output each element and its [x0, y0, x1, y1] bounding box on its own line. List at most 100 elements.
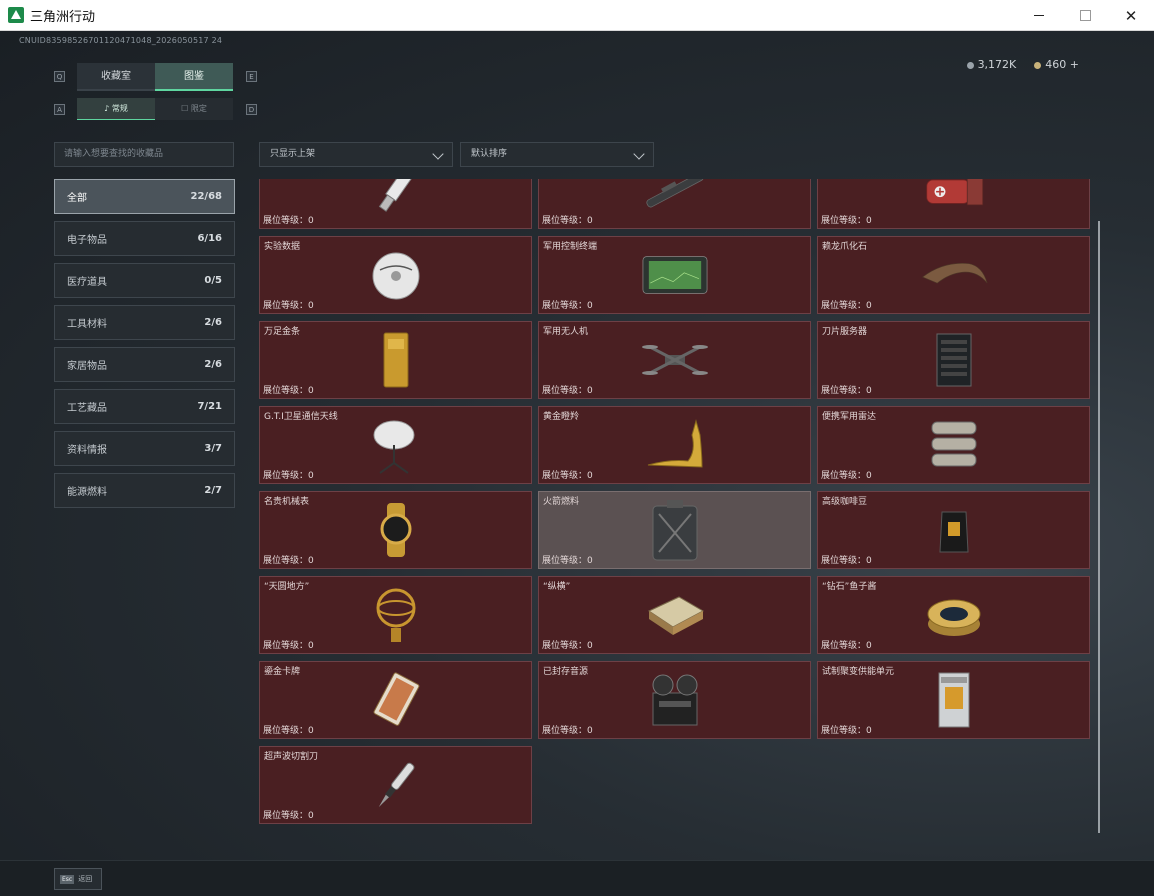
tab-limited-label: 限定	[190, 104, 207, 113]
booth-level-label: 展位等级：	[542, 726, 588, 736]
item-name: 赖龙爪化石	[822, 242, 868, 252]
booth-level: 展位等级：0	[542, 468, 593, 481]
collection-card[interactable]: 实验数据 展位等级：0	[259, 236, 532, 314]
collection-grid-viewport[interactable]: 展位等级：0 展位等级：0 展位等级：0 实验数据 展位等级：0 军用控制终端 展位等级：0…	[259, 179, 1095, 835]
booth-level-label: 展位等级：	[263, 811, 309, 821]
ultrasonic-knife-icon	[361, 755, 431, 815]
currency-bar: 3,172K 460 +	[966, 58, 1079, 71]
gold-balance[interactable]: 460 +	[1034, 58, 1079, 71]
collection-card[interactable]: 军用控制终端 展位等级：0	[538, 236, 811, 314]
booth-level-value: 0	[587, 641, 593, 651]
item-name: 高级咖啡豆	[822, 497, 868, 507]
booth-level: 展位等级：0	[821, 468, 872, 481]
collection-card[interactable]: “天圆地方” 展位等级：0	[259, 576, 532, 654]
booth-level-value: 0	[308, 471, 314, 481]
shelf-filter-value: 只显示上架	[270, 149, 316, 159]
key-hint-q: Q	[54, 71, 65, 82]
item-name: 军用控制终端	[543, 242, 598, 252]
collection-card[interactable]: 刀片服务器 展位等级：0	[817, 321, 1090, 399]
booth-level-value: 0	[308, 641, 314, 651]
item-name: G.T.I卫星通信天线	[264, 412, 338, 422]
category-count: 7/21	[197, 401, 222, 412]
collection-card[interactable]: 名贵机械表 展位等级：0	[259, 491, 532, 569]
tab-catalog[interactable]: 图鉴	[155, 63, 233, 91]
category-label: 电子物品	[67, 235, 107, 246]
sort-dropdown[interactable]: 默认排序	[460, 142, 654, 167]
item-name: 实验数据	[264, 242, 301, 252]
armillary-sphere-icon	[361, 585, 431, 645]
booth-level: 展位等级：0	[821, 638, 872, 651]
booth-level-label: 展位等级：	[821, 471, 867, 481]
category-label: 家居物品	[67, 361, 107, 372]
collection-card[interactable]: 便携军用雷达 展位等级：0	[817, 406, 1090, 484]
booth-level: 展位等级：0	[821, 383, 872, 396]
main-tabs: 收藏室 图鉴	[77, 63, 233, 91]
collection-card[interactable]: 展位等级：0	[817, 179, 1090, 229]
item-name: 已封存音源	[543, 667, 589, 677]
booth-level-label: 展位等级：	[542, 556, 588, 566]
caviar-tin-icon	[919, 585, 989, 645]
booth-level-label: 展位等级：	[542, 301, 588, 311]
collection-card[interactable]: 鎏金卡牌 展位等级：0	[259, 661, 532, 739]
app-logo-icon	[8, 7, 24, 23]
back-button[interactable]: Esc 返回	[54, 868, 102, 890]
gold-bar-icon	[361, 330, 431, 390]
coffee-bag-icon	[919, 500, 989, 560]
collection-card[interactable]: “纵横” 展位等级：0	[538, 576, 811, 654]
collection-card[interactable]: G.T.I卫星通信天线 展位等级：0	[259, 406, 532, 484]
booth-level-value: 0	[587, 301, 593, 311]
booth-level-value: 0	[866, 216, 872, 226]
booth-level-value: 0	[587, 556, 593, 566]
category-item[interactable]: 资料情报 3/7	[54, 431, 235, 466]
booth-level: 展位等级：0	[263, 213, 314, 226]
satellite-antenna-icon	[361, 415, 431, 475]
collection-card[interactable]: “钻石”鱼子酱 展位等级：0	[817, 576, 1090, 654]
maximize-button[interactable]	[1062, 0, 1108, 31]
item-name: 超声波切割刀	[264, 752, 319, 762]
grid-scrollbar[interactable]	[1098, 221, 1100, 833]
category-item[interactable]: 全部 22/68	[54, 179, 235, 214]
booth-level-label: 展位等级：	[542, 641, 588, 651]
shelf-filter-dropdown[interactable]: 只显示上架	[259, 142, 453, 167]
window-titlebar: 三角洲行动 ✕	[0, 0, 1154, 31]
booth-level-label: 展位等级：	[542, 216, 588, 226]
booth-level-value: 0	[866, 471, 872, 481]
tab-limited[interactable]: ☐ 限定	[155, 98, 233, 120]
booth-level: 展位等级：0	[542, 213, 593, 226]
category-item[interactable]: 家居物品 2/6	[54, 347, 235, 382]
collection-card[interactable]: 试制聚变供能单元 展位等级：0	[817, 661, 1090, 739]
collection-card[interactable]: 黄金瞪羚 展位等级：0	[538, 406, 811, 484]
category-item[interactable]: 电子物品 6/16	[54, 221, 235, 256]
collection-card[interactable]: 火箭燃料 展位等级：0	[538, 491, 811, 569]
collection-card[interactable]: 军用无人机 展位等级：0	[538, 321, 811, 399]
collection-card[interactable]: 高级咖啡豆展位等级：0	[817, 491, 1090, 569]
category-item[interactable]: 工具材料 2/6	[54, 305, 235, 340]
category-item[interactable]: 能源燃料 2/7	[54, 473, 235, 508]
booth-level: 展位等级：0	[821, 213, 872, 226]
booth-level: 展位等级：0	[542, 298, 593, 311]
close-button[interactable]: ✕	[1108, 0, 1154, 31]
booth-level: 展位等级：0	[542, 553, 593, 566]
category-item[interactable]: 医疗道具 0/5	[54, 263, 235, 298]
gold-card-icon	[361, 670, 431, 730]
tab-regular[interactable]: ♪ 常规	[77, 98, 155, 120]
collection-card[interactable]: 展位等级：0	[259, 179, 532, 229]
collection-card[interactable]: 赖龙爪化石 展位等级：0	[817, 236, 1090, 314]
booth-level-label: 展位等级：	[263, 471, 309, 481]
booth-level-value: 0	[308, 386, 314, 396]
booth-level-label: 展位等级：	[821, 556, 867, 566]
minimize-button[interactable]	[1016, 0, 1062, 31]
tab-collection-room[interactable]: 收藏室	[77, 63, 155, 91]
search-input[interactable]: 请输入想要查找的收藏品	[54, 142, 234, 167]
category-item[interactable]: 工艺藏品 7/21	[54, 389, 235, 424]
collection-card[interactable]: 超声波切割刀 展位等级：0	[259, 746, 532, 824]
booth-level-label: 展位等级：	[263, 641, 309, 651]
collection-card[interactable]: 万足金条 展位等级：0	[259, 321, 532, 399]
booth-level-value: 0	[866, 641, 872, 651]
category-count: 2/7	[204, 485, 222, 496]
booth-level: 展位等级：0	[821, 553, 872, 566]
collection-card[interactable]: 展位等级：0	[538, 179, 811, 229]
collection-card[interactable]: 已封存音源 展位等级：0	[538, 661, 811, 739]
booth-level: 展位等级：0	[263, 808, 314, 821]
category-count: 3/7	[204, 443, 222, 454]
